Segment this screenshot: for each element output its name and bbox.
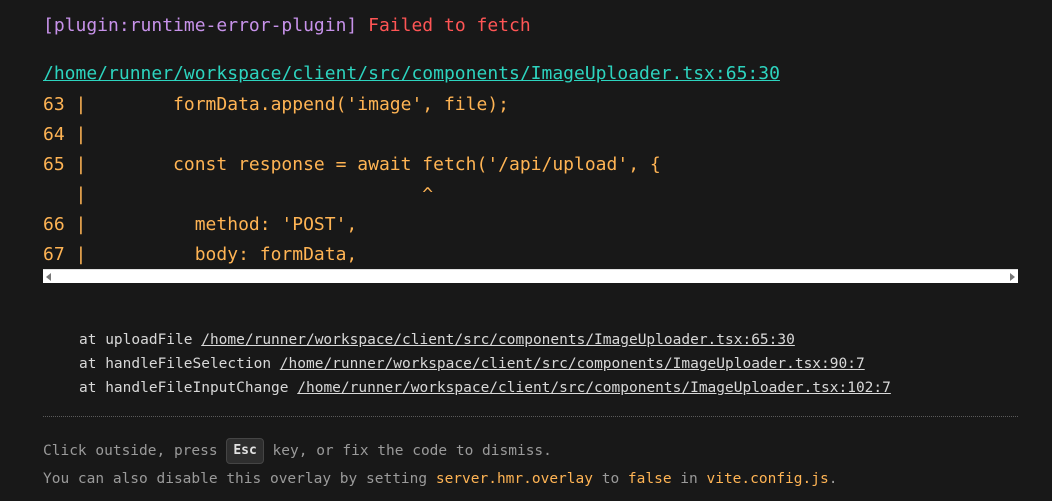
code-frame-caret-line: | ^ bbox=[43, 184, 434, 205]
dismiss-tip-text: key, or fix the code to dismiss. bbox=[263, 443, 552, 459]
dismiss-tip-text: Click outside, press bbox=[43, 443, 227, 459]
stack-frame-link[interactable]: /home/runner/workspace/client/src/compon… bbox=[201, 332, 795, 348]
stack-frame-prefix: at uploadFile bbox=[79, 332, 202, 348]
esc-key-badge: Esc bbox=[226, 438, 264, 464]
stack-frame: at handleFileInputChange /home/runner/wo… bbox=[79, 376, 891, 400]
error-file-link[interactable]: /home/runner/workspace/client/src/compon… bbox=[43, 62, 780, 86]
dismiss-tip: Click outside, press Esc key, or fix the… bbox=[43, 438, 552, 464]
config-file-code: vite.config.js bbox=[706, 471, 829, 487]
config-value-code: false bbox=[627, 471, 672, 487]
scroll-right-arrow-icon[interactable] bbox=[1010, 273, 1015, 281]
code-frame-line: 66 | method: 'POST', bbox=[43, 214, 358, 235]
error-text: Failed to fetch bbox=[368, 15, 531, 36]
code-frame-horizontal-scrollbar[interactable] bbox=[43, 269, 1018, 283]
config-option-code: server.hmr.overlay bbox=[435, 471, 593, 487]
scroll-left-arrow-icon[interactable] bbox=[46, 273, 51, 281]
stack-trace: at uploadFile /home/runner/workspace/cli… bbox=[79, 328, 891, 400]
disable-tip-text: in bbox=[671, 471, 707, 487]
code-frame-line: 64 | bbox=[43, 124, 87, 145]
stack-frame: at uploadFile /home/runner/workspace/cli… bbox=[79, 328, 891, 352]
tip-divider bbox=[43, 416, 1018, 417]
code-frame-line: 67 | body: formData, bbox=[43, 244, 358, 265]
code-frame[interactable]: 63 | formData.append('image', file); 64 |… bbox=[43, 90, 1018, 284]
stack-frame-prefix: at handleFileSelection bbox=[79, 356, 280, 372]
stack-frame: at handleFileSelection /home/runner/work… bbox=[79, 352, 891, 376]
disable-tip-text: You can also disable this overlay by set… bbox=[43, 471, 436, 487]
error-message: [plugin:runtime-error-plugin] Failed to … bbox=[43, 14, 531, 38]
disable-tip-text: to bbox=[592, 471, 628, 487]
code-frame-line: 65 | const response = await fetch('/api/… bbox=[43, 154, 661, 175]
plugin-name: [plugin:runtime-error-plugin] bbox=[43, 15, 358, 36]
disable-tip-text: . bbox=[828, 471, 838, 487]
stack-frame-link[interactable]: /home/runner/workspace/client/src/compon… bbox=[297, 380, 891, 396]
stack-frame-prefix: at handleFileInputChange bbox=[79, 380, 298, 396]
disable-overlay-tip: You can also disable this overlay by set… bbox=[43, 468, 837, 490]
code-frame-line: 63 | formData.append('image', file); bbox=[43, 94, 509, 115]
stack-frame-link[interactable]: /home/runner/workspace/client/src/compon… bbox=[280, 356, 865, 372]
error-overlay: [plugin:runtime-error-plugin] Failed to … bbox=[0, 0, 1052, 501]
